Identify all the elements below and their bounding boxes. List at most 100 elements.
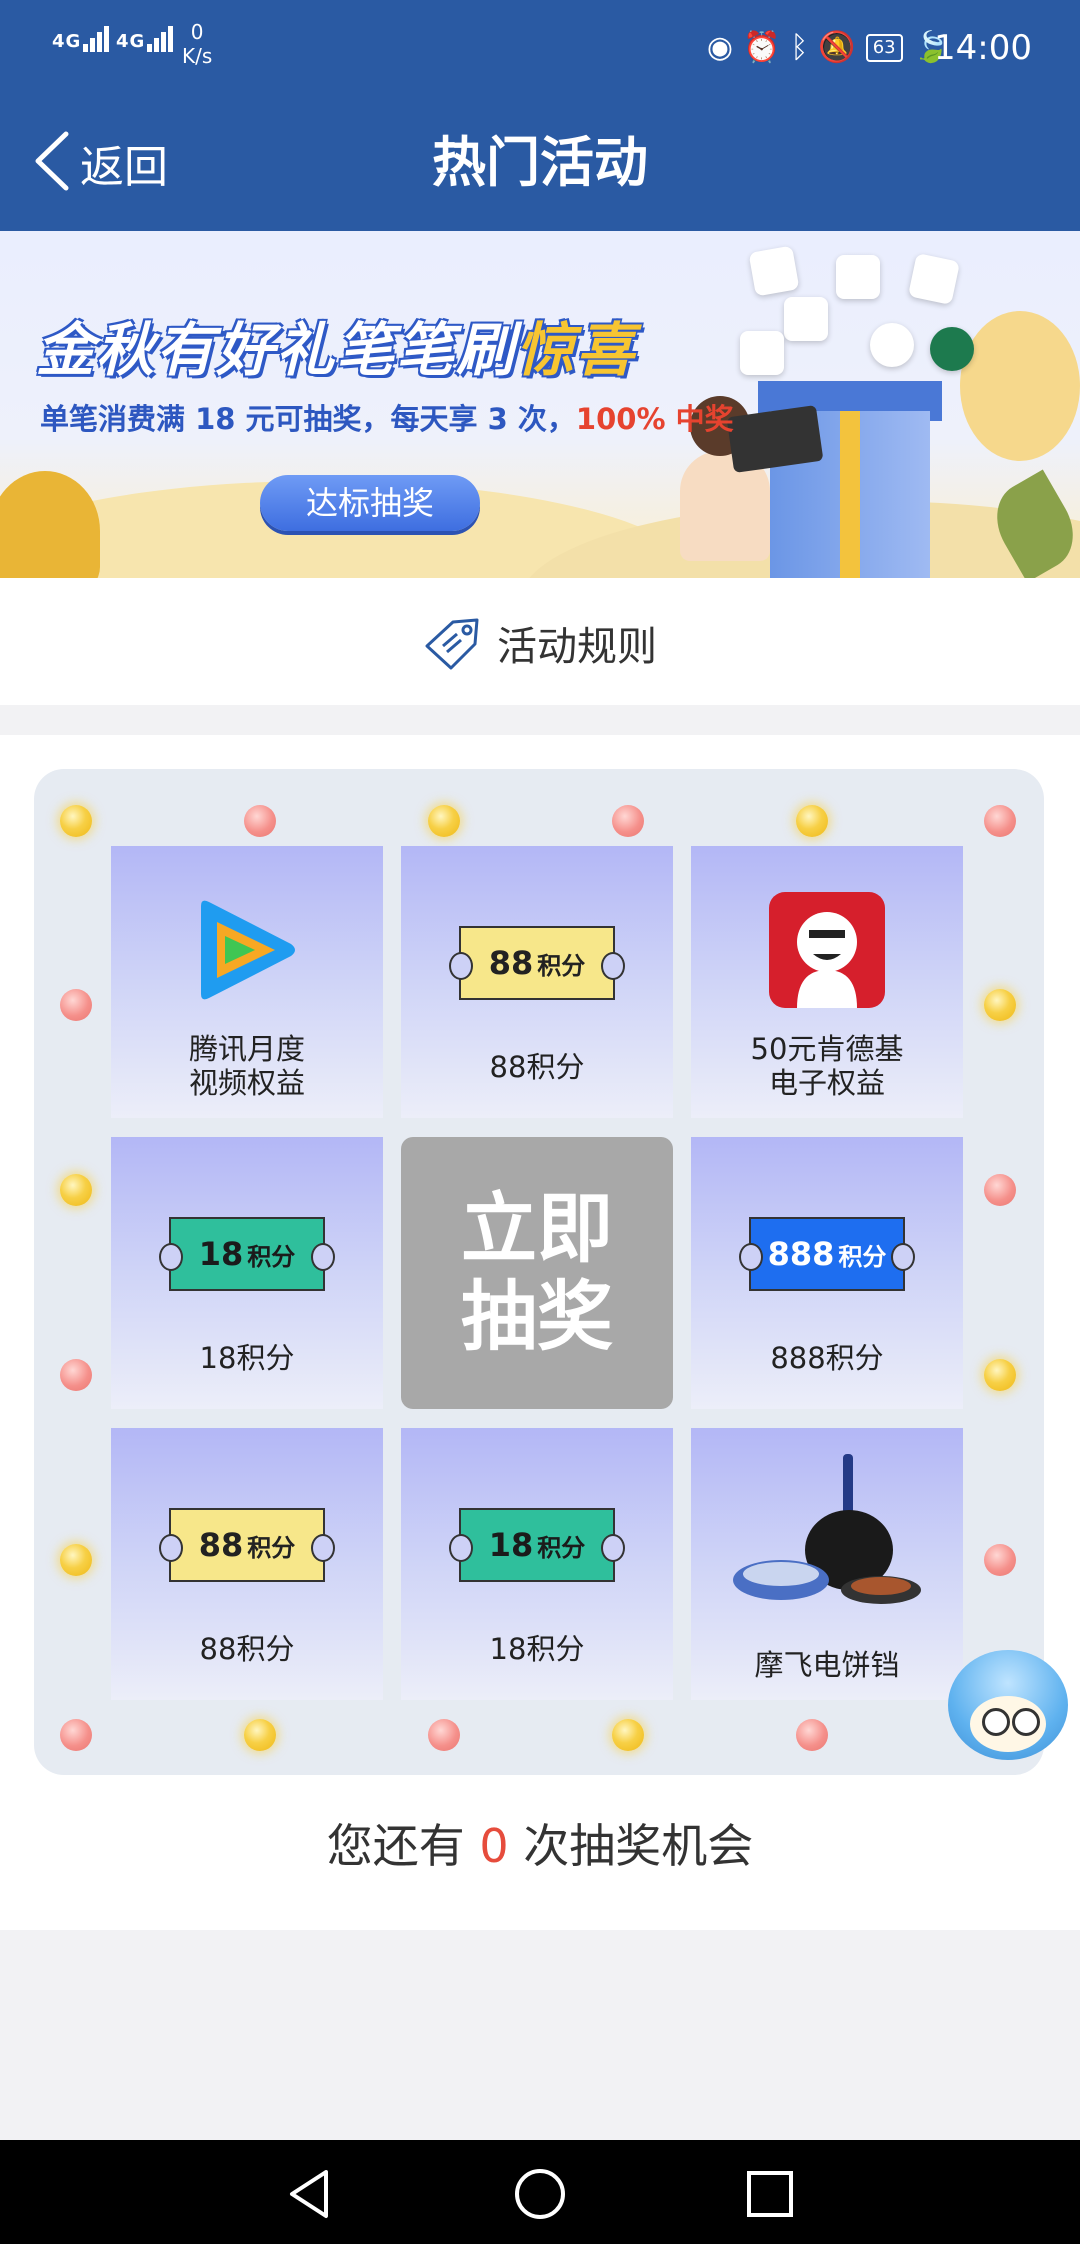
- prize-label: 18积分: [199, 1341, 295, 1375]
- light-dot: [428, 805, 460, 837]
- prize-label: 腾讯月度: [188, 1032, 305, 1066]
- banner-title-main: 金秋有好礼笔笔刷: [36, 316, 517, 384]
- system-nav-bar: [0, 2140, 1080, 2244]
- light-dot: [60, 1719, 92, 1751]
- lottery-board: 腾讯月度 视频权益 88 积分 88积分 50元肯德基 电子权益 18 积分 18积…: [34, 769, 1044, 1775]
- ticket-unit: 积分: [537, 1533, 586, 1562]
- pan-icon: [731, 1454, 931, 1628]
- light-dot: [60, 989, 92, 1021]
- light-dot: [244, 805, 276, 837]
- light-dot: [984, 989, 1016, 1021]
- light-dot: [60, 1544, 92, 1576]
- ticket-number: 88: [198, 1526, 244, 1564]
- signal-bars-icon: [147, 26, 175, 52]
- light-dot: [796, 1719, 828, 1751]
- light-dot: [612, 805, 644, 837]
- light-dot: [984, 1544, 1016, 1576]
- net-speed: 0 K/s: [182, 20, 212, 68]
- prize-label: 18积分: [489, 1632, 585, 1666]
- prize-label: 50元肯德基: [750, 1032, 904, 1066]
- ticket-unit: 积分: [247, 1242, 296, 1271]
- banner-subtitle-main: 单笔消费满 18 元可抽奖，每天享 3 次，: [40, 402, 576, 436]
- eye-icon: ◉: [706, 30, 734, 65]
- chances-suffix: 次抽奖机会: [508, 1819, 754, 1873]
- points-ticket-icon: 88 积分: [159, 1508, 335, 1582]
- light-dot: [984, 1174, 1016, 1206]
- prize-cell-18-points: 18 积分 18积分: [111, 1137, 383, 1409]
- ticket-unit: 积分: [247, 1533, 296, 1562]
- points-ticket-icon: 18 积分: [449, 1508, 625, 1582]
- clock: 14:00: [934, 28, 1032, 68]
- banner-title: 金秋有好礼笔笔刷惊喜: [36, 303, 636, 387]
- light-dot: [984, 1359, 1016, 1391]
- brand-logo-icon: [748, 245, 800, 297]
- brand-logo-icon: [907, 252, 961, 306]
- points-ticket-icon: 18 积分: [159, 1217, 335, 1291]
- net-speed-unit: K/s: [182, 44, 213, 68]
- qualify-draw-button[interactable]: 达标抽奖: [260, 475, 480, 531]
- mascot-icon[interactable]: [948, 1650, 1068, 1760]
- prize-label: 888积分: [770, 1341, 884, 1375]
- prize-cell-18-points: 18 积分 18积分: [401, 1428, 673, 1700]
- light-dot: [244, 1719, 276, 1751]
- alarm-icon: ⏰: [743, 30, 781, 65]
- signal-1: 4G: [52, 26, 111, 52]
- ticket-number: 18: [488, 1526, 534, 1564]
- light-dot: [60, 805, 92, 837]
- kfc-logo-icon: [836, 255, 880, 299]
- light-dot: [60, 1174, 92, 1206]
- prize-label: 电子权益: [768, 1066, 885, 1100]
- rules-row[interactable]: 活动规则: [0, 578, 1080, 705]
- prize-cell-888-points: 888 积分 888积分: [691, 1137, 963, 1409]
- video-play-icon: [191, 898, 303, 1006]
- draw-now-line1: 立即: [461, 1184, 613, 1273]
- bush-decoration: [0, 471, 100, 578]
- prize-cell-88-points: 88 积分 88积分: [401, 846, 673, 1118]
- starbucks-logo-icon: [930, 327, 974, 371]
- remaining-chances: 您还有 0 次抽奖机会: [0, 1810, 1080, 1876]
- banner-title-highlight: 惊喜: [516, 316, 637, 384]
- light-dot: [984, 805, 1016, 837]
- app-header: 4G 4G 0 K/s ◉ ⏰ ᛒ 🔕 63 🍃 14:00 返回 热门活动: [0, 0, 1080, 231]
- status-bar: 4G 4G 0 K/s ◉ ⏰ ᛒ 🔕 63 🍃 14:00: [0, 0, 1080, 100]
- kfc-logo-icon: [769, 892, 885, 1008]
- draw-now-button[interactable]: 立即 抽奖: [401, 1137, 673, 1409]
- signal-1-label: 4G: [52, 31, 82, 52]
- prize-label: 摩飞电饼铛: [754, 1648, 900, 1682]
- light-dot: [428, 1719, 460, 1751]
- prize-label: 88积分: [199, 1632, 295, 1666]
- prize-label: 88积分: [489, 1050, 585, 1084]
- light-dot: [796, 805, 828, 837]
- ticket-number: 88: [488, 944, 534, 982]
- points-ticket-icon: 888 积分: [739, 1217, 915, 1291]
- chances-prefix: 您还有: [326, 1819, 480, 1873]
- signal-2-label: 4G: [116, 31, 146, 52]
- signal-bars-icon: [83, 26, 111, 52]
- battery-indicator: 63: [865, 33, 903, 62]
- light-dot: [60, 1359, 92, 1391]
- chances-count: 0: [479, 1819, 509, 1873]
- promo-banner[interactable]: 金秋有好礼笔笔刷惊喜 单笔消费满 18 元可抽奖，每天享 3 次，100% 中奖…: [0, 231, 1080, 578]
- nav-bar: 返回 热门活动: [0, 100, 1080, 231]
- prize-cell-88-points: 88 积分 88积分: [111, 1428, 383, 1700]
- signal-2: 4G: [116, 26, 175, 52]
- light-dot: [612, 1719, 644, 1751]
- tree-decoration: [960, 311, 1080, 461]
- ticket-unit: 积分: [838, 1242, 887, 1271]
- points-ticket-icon: 88 积分: [449, 926, 625, 1000]
- ticket-unit: 积分: [537, 951, 586, 980]
- prize-label: 视频权益: [188, 1066, 305, 1100]
- prize-cell-tencent-video: 腾讯月度 视频权益: [111, 846, 383, 1118]
- ticket-number: 18: [198, 1235, 244, 1273]
- lottery-section: 腾讯月度 视频权益 88 积分 88积分 50元肯德基 电子权益 18 积分 18积…: [0, 735, 1080, 1930]
- banner-subtitle-highlight: 100% 中奖: [575, 402, 734, 436]
- brand-logo-icon: [784, 297, 828, 341]
- video-logo-icon: [740, 331, 784, 375]
- rules-label: 活动规则: [497, 624, 657, 670]
- ring-icon: [870, 323, 914, 367]
- draw-now-line2: 抽奖: [461, 1272, 613, 1361]
- banner-subtitle: 单笔消费满 18 元可抽奖，每天享 3 次，100% 中奖: [40, 396, 734, 438]
- mute-icon: 🔕: [818, 30, 856, 65]
- bluetooth-icon: ᛒ: [790, 30, 809, 65]
- net-speed-value: 0: [190, 20, 204, 44]
